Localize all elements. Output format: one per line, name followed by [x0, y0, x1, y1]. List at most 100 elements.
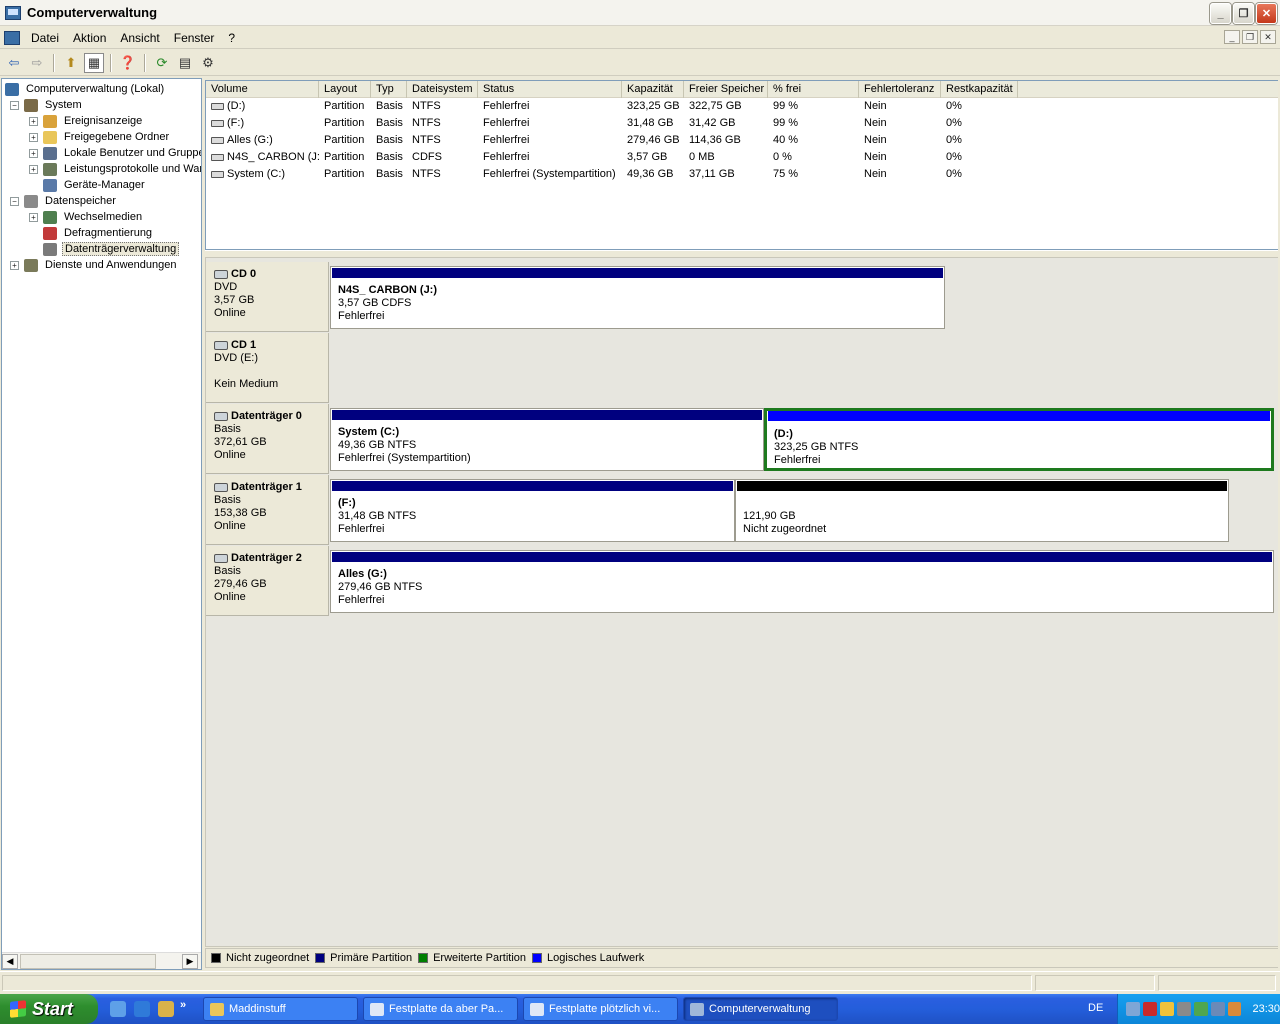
- volume-row[interactable]: (D:) Partition Basis NTFS Fehlerfrei 323,25 G…: [206, 98, 1278, 115]
- horizontal-splitter[interactable]: [205, 250, 1278, 257]
- refresh-icon[interactable]: ⟳: [152, 53, 172, 73]
- language-indicator[interactable]: DE: [1088, 1002, 1103, 1014]
- tree-item[interactable]: − Datenspeicher: [10, 193, 118, 209]
- settings-icon[interactable]: ⚙: [198, 53, 218, 73]
- maximize-button[interactable]: ❐: [1233, 3, 1254, 24]
- menu-ansicht[interactable]: Ansicht: [113, 27, 166, 49]
- tree-item[interactable]: Defragmentierung: [29, 225, 154, 241]
- disk-row[interactable]: Datenträger 1 Basis 153,38 GB Online (F:) 31,…: [206, 475, 1279, 546]
- tree-item[interactable]: − System: [10, 97, 84, 113]
- tree-expander[interactable]: +: [29, 132, 38, 142]
- tree-item[interactable]: Computerverwaltung (Lokal): [5, 81, 166, 97]
- taskbar-button[interactable]: Festplatte da aber Pa...: [363, 997, 518, 1021]
- tree-expander[interactable]: +: [10, 260, 19, 270]
- disk-row[interactable]: Datenträger 0 Basis 372,61 GB Online System …: [206, 404, 1279, 475]
- volume-cell: Partition: [319, 149, 371, 166]
- disk-label[interactable]: Datenträger 2 Basis 279,46 GB Online: [206, 546, 329, 616]
- tray-app-icon[interactable]: [1210, 1002, 1225, 1016]
- menu-help[interactable]: ?: [221, 27, 242, 49]
- show-tree-icon[interactable]: ▦: [84, 52, 104, 73]
- disk-name-text: Datenträger 1: [231, 481, 302, 493]
- column-header[interactable]: Freier Speicher: [684, 81, 768, 98]
- column-header[interactable]: Layout: [319, 81, 371, 98]
- desktop-icon[interactable]: [110, 1001, 126, 1017]
- tree-expander[interactable]: +: [29, 164, 38, 174]
- mdi-minimize-button[interactable]: _: [1224, 30, 1240, 44]
- volume-row[interactable]: (F:) Partition Basis NTFS Fehlerfrei 31,48 GB…: [206, 115, 1278, 132]
- disk-row[interactable]: CD 0 DVD 3,57 GB Online N4S_ CARBON (J:) 3,57…: [206, 262, 1279, 333]
- system-menu-icon[interactable]: [4, 30, 20, 45]
- scroll-right-icon[interactable]: ▶: [182, 954, 198, 969]
- scroll-thumb[interactable]: [20, 954, 156, 969]
- volume-icon[interactable]: [1227, 1002, 1242, 1016]
- column-header[interactable]: Kapazität: [622, 81, 684, 98]
- tree-item[interactable]: + Wechselmedien: [29, 209, 144, 225]
- properties-icon[interactable]: ▤: [175, 53, 195, 73]
- back-icon[interactable]: ⇦: [4, 53, 24, 73]
- column-header[interactable]: % frei: [768, 81, 859, 98]
- network-icon[interactable]: [1126, 1002, 1140, 1016]
- tree-scrollbar[interactable]: ◀ ▶: [2, 952, 201, 969]
- mdi-restore-button[interactable]: ❐: [1242, 30, 1258, 44]
- tray-app-icon[interactable]: [1193, 1002, 1208, 1016]
- tree-item[interactable]: + Ereignisanzeige: [29, 113, 144, 129]
- minimize-button[interactable]: _: [1210, 3, 1231, 24]
- antivirus-icon[interactable]: [1142, 1002, 1157, 1016]
- tree-item[interactable]: + Dienste und Anwendungen: [10, 257, 179, 273]
- help-icon[interactable]: ❓: [118, 53, 138, 73]
- taskbar-button[interactable]: Computerverwaltung: [683, 997, 838, 1021]
- column-header[interactable]: Volume: [206, 81, 319, 98]
- column-header[interactable]: Restkapazität: [941, 81, 1018, 98]
- disk-label[interactable]: Datenträger 1 Basis 153,38 GB Online: [206, 475, 329, 545]
- close-button[interactable]: ✕: [1256, 3, 1277, 24]
- disk-label[interactable]: CD 0 DVD 3,57 GB Online: [206, 262, 329, 332]
- menu-fenster[interactable]: Fenster: [167, 27, 222, 49]
- tree-item[interactable]: Datenträgerverwaltung: [29, 241, 180, 257]
- disk-row[interactable]: CD 1 DVD (E:) Kein Medium: [206, 333, 1279, 404]
- chevron-icon[interactable]: »: [180, 999, 192, 1011]
- disk-label[interactable]: CD 1 DVD (E:) Kein Medium: [206, 333, 329, 403]
- disk-label[interactable]: Datenträger 0 Basis 372,61 GB Online: [206, 404, 329, 474]
- menu-aktion[interactable]: Aktion: [66, 27, 113, 49]
- column-header[interactable]: Status: [478, 81, 622, 98]
- forward-icon[interactable]: ⇨: [27, 53, 47, 73]
- partition-block[interactable]: (D:) 323,25 GB NTFS Fehlerfrei: [764, 408, 1274, 471]
- quicklaunch-app-icon[interactable]: [158, 1001, 174, 1017]
- taskbar-button[interactable]: Maddinstuff: [203, 997, 358, 1021]
- tree-expander[interactable]: +: [29, 116, 38, 126]
- tree-item[interactable]: Geräte-Manager: [29, 177, 147, 193]
- tree-item[interactable]: + Lokale Benutzer und Gruppen: [29, 145, 201, 161]
- tray-app-icon[interactable]: [1176, 1002, 1191, 1016]
- column-header[interactable]: Typ: [371, 81, 407, 98]
- volume-cell: 31,42 GB: [684, 115, 768, 132]
- mdi-close-button[interactable]: ✕: [1260, 30, 1276, 44]
- volume-row[interactable]: N4S_ CARBON (J:) Partition Basis CDFS Fehler…: [206, 149, 1278, 166]
- tree-expander[interactable]: −: [10, 196, 19, 206]
- tree-item[interactable]: + Freigegebene Ordner: [29, 129, 171, 145]
- volume-cell-text: Partition: [324, 168, 365, 180]
- warning-icon[interactable]: [1159, 1002, 1174, 1016]
- disk-row[interactable]: Datenträger 2 Basis 279,46 GB Online Alles (…: [206, 546, 1279, 617]
- column-header[interactable]: Fehlertoleranz: [859, 81, 941, 98]
- tree-expander[interactable]: +: [29, 212, 38, 222]
- volume-cell: 0 %: [768, 149, 859, 166]
- tree-expander[interactable]: −: [10, 100, 19, 110]
- volume-cell: Alles (G:): [206, 132, 319, 149]
- partition-block[interactable]: (F:) 31,48 GB NTFS Fehlerfrei: [330, 479, 735, 542]
- tree-expander[interactable]: +: [29, 148, 38, 158]
- volume-row[interactable]: Alles (G:) Partition Basis NTFS Fehlerfrei 27…: [206, 132, 1278, 149]
- up-folder-icon[interactable]: ⬆: [61, 53, 81, 73]
- partition-block[interactable]: Alles (G:) 279,46 GB NTFS Fehlerfrei: [330, 550, 1274, 613]
- scroll-left-icon[interactable]: ◀: [2, 954, 18, 969]
- column-header[interactable]: Dateisystem: [407, 81, 478, 98]
- partition-block[interactable]: N4S_ CARBON (J:) 3,57 GB CDFS Fehlerfrei: [330, 266, 945, 329]
- partition-block[interactable]: 121,90 GB Nicht zugeordnet: [735, 479, 1229, 542]
- start-button[interactable]: Start: [0, 994, 98, 1024]
- volume-row[interactable]: System (C:) Partition Basis NTFS Fehlerfrei …: [206, 166, 1278, 183]
- partition-block[interactable]: System (C:) 49,36 GB NTFS Fehlerfrei (Syst…: [330, 408, 764, 471]
- internet-explorer-icon[interactable]: [134, 1001, 150, 1017]
- tree-item[interactable]: + Leistungsprotokolle und Warnungen: [29, 161, 201, 177]
- menu-datei[interactable]: Datei: [24, 27, 66, 49]
- taskbar-button[interactable]: Festplatte plötzlich vi...: [523, 997, 678, 1021]
- cd-drive-icon: [214, 341, 228, 350]
